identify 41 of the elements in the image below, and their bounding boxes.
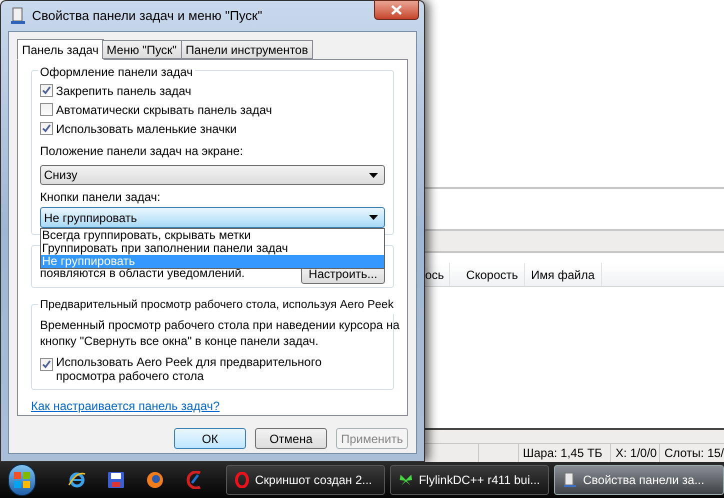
- checkbox[interactable]: [40, 358, 53, 371]
- window-title: Свойства панели задач и меню "Пуск": [32, 7, 262, 26]
- group-legend: Предварительный просмотр рабочего стола, используя Aero Peek: [38, 297, 396, 314]
- checkmark-icon: [42, 86, 51, 95]
- checkbox[interactable]: [40, 103, 53, 116]
- circle-o-icon: [235, 472, 249, 488]
- checkbox[interactable]: [40, 84, 53, 97]
- checkbox-label: Использовать Aero Peek для предварительного просмотра рабочего стола: [56, 355, 323, 383]
- taskbar-button[interactable]: Скриншот создан 2...: [226, 465, 385, 495]
- column-header[interactable]: Скорость: [450, 263, 525, 286]
- dialog-button[interactable]: ОК: [174, 428, 246, 449]
- grouping-dropdown[interactable]: Не группировать: [40, 207, 385, 228]
- help-link[interactable]: Как настраивается панель задач?: [31, 397, 220, 415]
- close-icon: [391, 5, 402, 15]
- tab[interactable]: Панель задач: [17, 39, 104, 60]
- notification-text: появляются в области уведомлений.: [40, 266, 245, 282]
- checkmark-icon: [42, 124, 51, 133]
- checkbox-label: Автоматически скрывать панель задач: [56, 102, 272, 118]
- field-label: Кнопки панели задач:: [40, 189, 162, 206]
- checkmark-icon: [42, 360, 51, 369]
- window-icon: [10, 7, 26, 25]
- checkbox-label: Закрепить панель задач: [56, 82, 192, 100]
- caret-icon: [369, 215, 378, 220]
- field-label: Положение панели задач на экране:: [40, 143, 244, 160]
- taskbar-button[interactable]: Свойства панели за...: [554, 465, 724, 495]
- description-text: Временный просмотр рабочего стола при наведении курсора на кнопку "Свернуть все окна" в конце панели задач.: [40, 317, 400, 349]
- close-button[interactable]: [374, 0, 419, 20]
- column-header[interactable]: Имя файла: [525, 263, 602, 286]
- globe-icon[interactable]: [146, 471, 164, 489]
- start-button[interactable]: [8, 464, 36, 496]
- dialog-button[interactable]: Отмена: [255, 428, 327, 449]
- caret-icon: [369, 172, 378, 178]
- tab[interactable]: Меню "Пуск": [102, 40, 182, 59]
- taskbar-button[interactable]: FlylinkDC++ r411 bui...: [390, 465, 549, 495]
- checkbox[interactable]: [40, 122, 53, 135]
- position-dropdown[interactable]: Снизу: [40, 165, 385, 185]
- letter-e-icon[interactable]: [68, 471, 86, 489]
- windows-logo-icon: [14, 472, 30, 488]
- window-icon: [563, 472, 577, 488]
- checkbox-label: Использовать маленькие значки: [56, 120, 237, 138]
- tab[interactable]: Панели инструментов: [180, 40, 314, 59]
